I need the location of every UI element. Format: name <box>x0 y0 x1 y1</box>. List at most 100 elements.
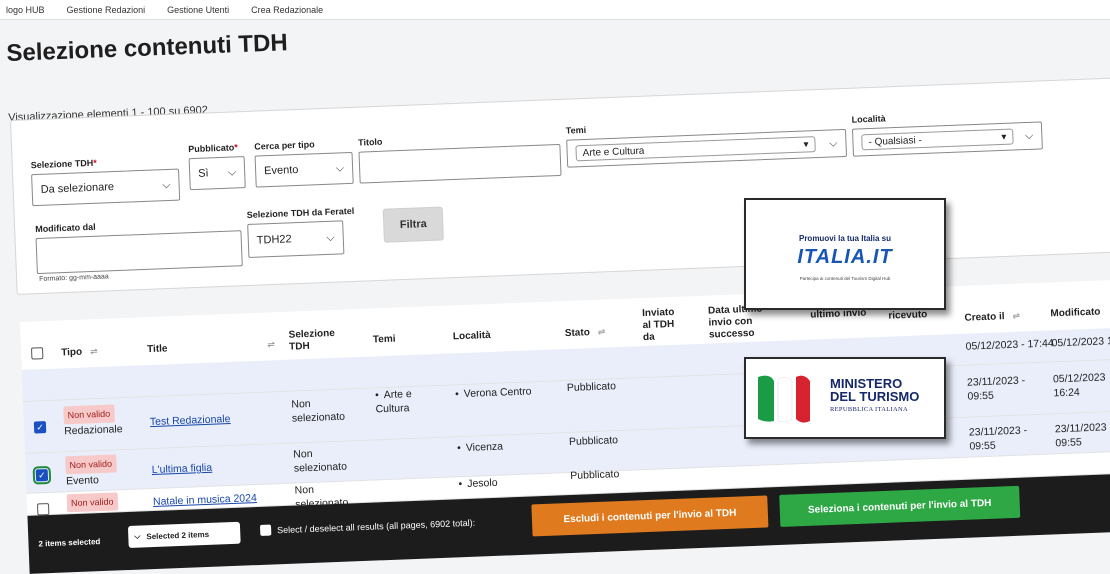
cell-localita: Jesolo <box>458 476 498 491</box>
cell-stato: Pubblicato <box>568 434 619 449</box>
column-title[interactable]: Title ⇌ <box>147 338 275 356</box>
cell-tipo-value: Redazionale <box>64 423 123 438</box>
cell-modificato: 05/12/2023 16:24 <box>1052 371 1106 400</box>
italia-logo: ITALIA.IT <box>797 246 893 268</box>
pubblicato-value: Sì <box>197 167 209 180</box>
modificato-dal-input[interactable] <box>35 230 243 275</box>
column-creato-label: Creato il <box>964 311 1005 324</box>
exclude-button[interactable]: Escludi i contenuti per l'invio al TDH <box>531 495 769 537</box>
localita-select[interactable]: - Qualsiasi - ▾ ⌵ <box>851 121 1043 157</box>
chevron-down-icon: ⌵ <box>1024 129 1034 142</box>
row-checkbox[interactable]: ✓ <box>33 421 47 434</box>
italian-flag-icon <box>758 375 810 423</box>
filter-selezione-tdh: Selezione TDH* Da selezionare ⌵ <box>31 155 181 207</box>
temi-value: Arte e Cultura <box>582 145 645 159</box>
chevron-down-icon: ⌵ <box>162 178 171 191</box>
selezione-tdh-select[interactable]: Da selezionare ⌵ <box>31 168 181 207</box>
feratel-select[interactable]: TDH22 ⌵ <box>247 220 345 258</box>
selected-items-dropdown[interactable]: ⌵ Selected 2 items <box>127 521 241 548</box>
temi-inner-select[interactable]: Arte e Cultura ▾ <box>575 136 816 162</box>
chevron-down-icon: ⌵ <box>828 136 838 150</box>
localita-value: - Qualsiasi - <box>868 134 923 148</box>
page-title: Selezione contenuti TDH <box>6 29 289 67</box>
filter-button[interactable]: Filtra <box>382 206 444 243</box>
italia-promo-card: Promuovi la tua Italia su ITALIA.IT Part… <box>744 198 946 310</box>
cell-stato: Pubblicato <box>566 380 617 395</box>
nav-item-gestione-redazioni[interactable]: Gestione Redazioni <box>67 5 146 15</box>
cell-tipo: Non valido Evento <box>65 454 117 488</box>
pubblicato-label: Pubblicato <box>188 142 235 155</box>
cerca-per-tipo-label: Cerca per tipo <box>254 139 315 152</box>
column-title-label: Title <box>146 343 168 356</box>
cell-stato: Pubblicato <box>570 468 620 482</box>
sort-icon: ⇌ <box>597 326 606 337</box>
ministero-wordmark: MINISTERO DEL TURISMO REPUBBLICA ITALIAN… <box>830 377 919 416</box>
cell-modificato: 05/12/2023 17:45 <box>1051 334 1110 350</box>
cell-tipo: Non valido <box>66 492 118 513</box>
cell-localita: Vicenza <box>457 440 504 456</box>
row-checkbox[interactable] <box>36 503 50 516</box>
select-all-results-checkbox[interactable] <box>259 524 272 536</box>
status-badge: Non valido <box>66 492 118 513</box>
row-title-link[interactable]: Test Redazionale <box>150 413 231 428</box>
column-tipo[interactable]: Tipo ⇌ <box>61 345 98 359</box>
chevron-down-icon: ⌵ <box>335 161 345 175</box>
column-modificato[interactable]: Modificato <box>1050 307 1100 321</box>
row-title-link[interactable]: Natale in musica 2024 <box>153 492 257 508</box>
cell-localita: Verona Centro <box>455 384 532 401</box>
content-table: Tipo ⇌ Title ⇌ Selezione TDH Temi Località… <box>20 279 1110 574</box>
chevron-down-icon: ▾ <box>803 138 809 151</box>
filter-temi: Temi Arte e Cultura ▾ ⌵ <box>566 115 848 168</box>
promo-headline: Promuovi la tua Italia su <box>798 234 892 243</box>
filter-cerca-per-tipo: Cerca per tipo Evento ⌵ <box>254 138 354 188</box>
selezione-tdh-label: Selezione TDH <box>30 157 94 171</box>
chevron-down-icon: ⌵ <box>227 165 237 179</box>
nav-item-logo-hub[interactable]: logo HUB <box>6 5 45 15</box>
status-badge: Non valido <box>63 404 115 425</box>
selected-dropdown-label: Selected 2 items <box>146 529 210 541</box>
date-format-hint: Formato: gg-mm-aaaa <box>39 273 109 283</box>
top-navigation: logo HUB Gestione Redazioni Gestione Ute… <box>0 0 1110 20</box>
select-all-results[interactable]: Select / deselect all results (all pages… <box>259 517 476 536</box>
pubblicato-select[interactable]: Sì ⌵ <box>188 156 246 191</box>
chevron-down-icon: ⌵ <box>326 231 335 244</box>
cell-selezione: Non selezionato <box>291 397 346 425</box>
cell-tipo-value: Evento <box>65 474 100 488</box>
required-marker: * <box>234 142 238 153</box>
filter-modificato-dal: Modificato dal <box>35 216 243 275</box>
column-selezione[interactable]: Selezione TDH <box>288 327 349 353</box>
cell-temi: Arte e Cultura <box>375 386 436 416</box>
filter-localita: Località - Qualsiasi - ▾ ⌵ <box>851 107 1043 157</box>
row-title-link[interactable]: L'ultima figlia <box>152 462 213 476</box>
cell-selezione: Non selezionato <box>293 447 348 475</box>
column-inviato[interactable]: Inviato al TDH da <box>642 307 683 345</box>
feratel-value: TDH22 <box>256 233 292 247</box>
cerca-per-tipo-select[interactable]: Evento ⌵ <box>254 151 354 188</box>
filter-titolo: Titolo <box>358 130 562 184</box>
column-temi[interactable]: Temi <box>373 334 396 347</box>
column-localita[interactable]: Località <box>453 330 491 343</box>
select-for-tdh-button[interactable]: Seleziona i contenuti per l'invio al TDH <box>779 485 1021 527</box>
select-all-checkbox[interactable] <box>30 347 44 360</box>
cell-creato: 23/11/2023 - 09:55 <box>968 424 1028 453</box>
selezione-tdh-value: Da selezionare <box>40 181 115 196</box>
nav-item-gestione-utenti[interactable]: Gestione Utenti <box>167 5 229 15</box>
status-badge: Non valido <box>65 454 117 475</box>
sort-icon: ⇌ <box>89 346 98 357</box>
column-creato[interactable]: Creato il ⇌ <box>964 310 1020 325</box>
nav-item-crea-redazionale[interactable]: Crea Redazionale <box>251 5 323 15</box>
titolo-input[interactable] <box>358 143 562 184</box>
row-checkbox[interactable]: ✓ <box>32 465 52 485</box>
localita-inner-select[interactable]: - Qualsiasi - ▾ <box>861 128 1014 151</box>
temi-select[interactable]: Arte e Cultura ▾ ⌵ <box>566 128 848 168</box>
filter-pubblicato: Pubblicato* Sì ⌵ <box>188 142 246 191</box>
sort-icon: ⇌ <box>1012 310 1021 321</box>
column-stato[interactable]: Stato ⇌ <box>565 326 606 341</box>
required-marker: * <box>93 157 97 168</box>
column-tipo-label: Tipo <box>61 346 83 359</box>
column-stato-label: Stato <box>564 327 591 340</box>
cell-creato: 05/12/2023 - 17:44 <box>965 337 1054 353</box>
select-all-results-label: Select / deselect all results (all pages… <box>276 517 476 535</box>
promo-caption: Partecipa ai contenuti del Tourism Digit… <box>799 276 891 281</box>
chevron-down-icon: ▾ <box>1001 131 1007 143</box>
